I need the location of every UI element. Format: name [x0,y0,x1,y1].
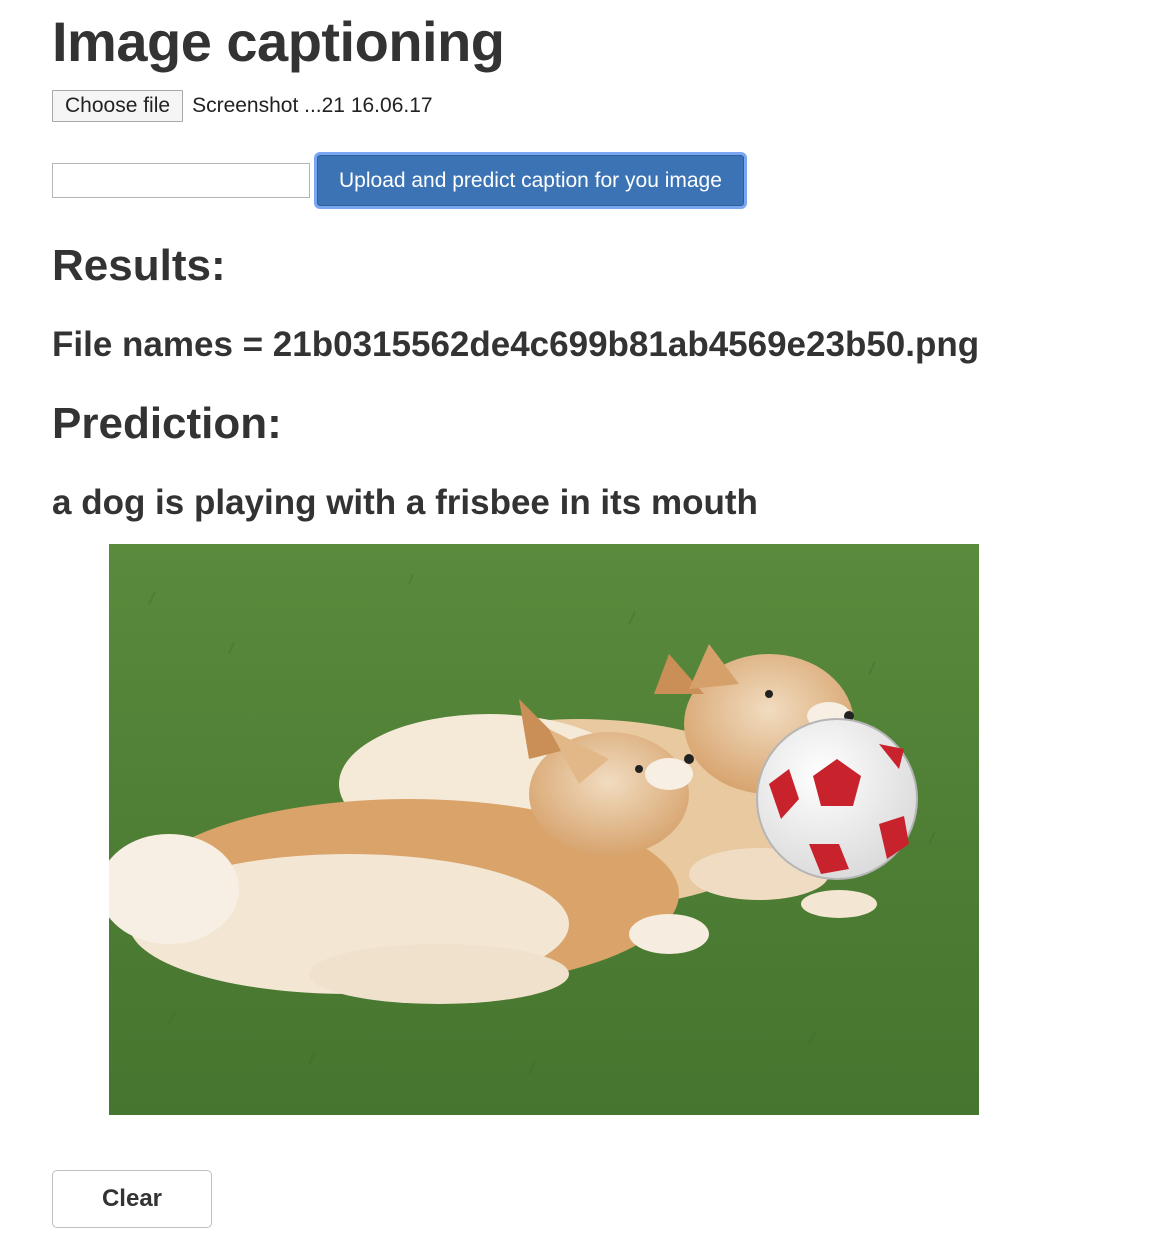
text-field[interactable] [52,163,310,198]
selected-file-name: Screenshot ...21 16.06.17 [192,94,433,117]
clear-button[interactable]: Clear [52,1170,212,1228]
prediction-heading: Prediction: [52,399,282,448]
soccer-ball [756,718,918,880]
file-names-line: File names = 21b0315562de4c699b81ab4569e… [52,325,980,364]
page-title: Image captioning [52,10,505,73]
prediction-caption: a dog is playing with a frisbee in its m… [52,483,758,522]
uploaded-image [109,544,979,1115]
corgis-photo-illustration [109,544,979,1115]
choose-file-button[interactable]: Choose file [52,90,184,122]
upload-form: Upload and predict caption for you image [52,152,747,209]
results-heading: Results: [52,241,226,290]
upload-predict-button[interactable]: Upload and predict caption for you image [314,152,747,209]
file-picker: Choose file Screenshot ...21 16.06.17 [52,89,433,123]
